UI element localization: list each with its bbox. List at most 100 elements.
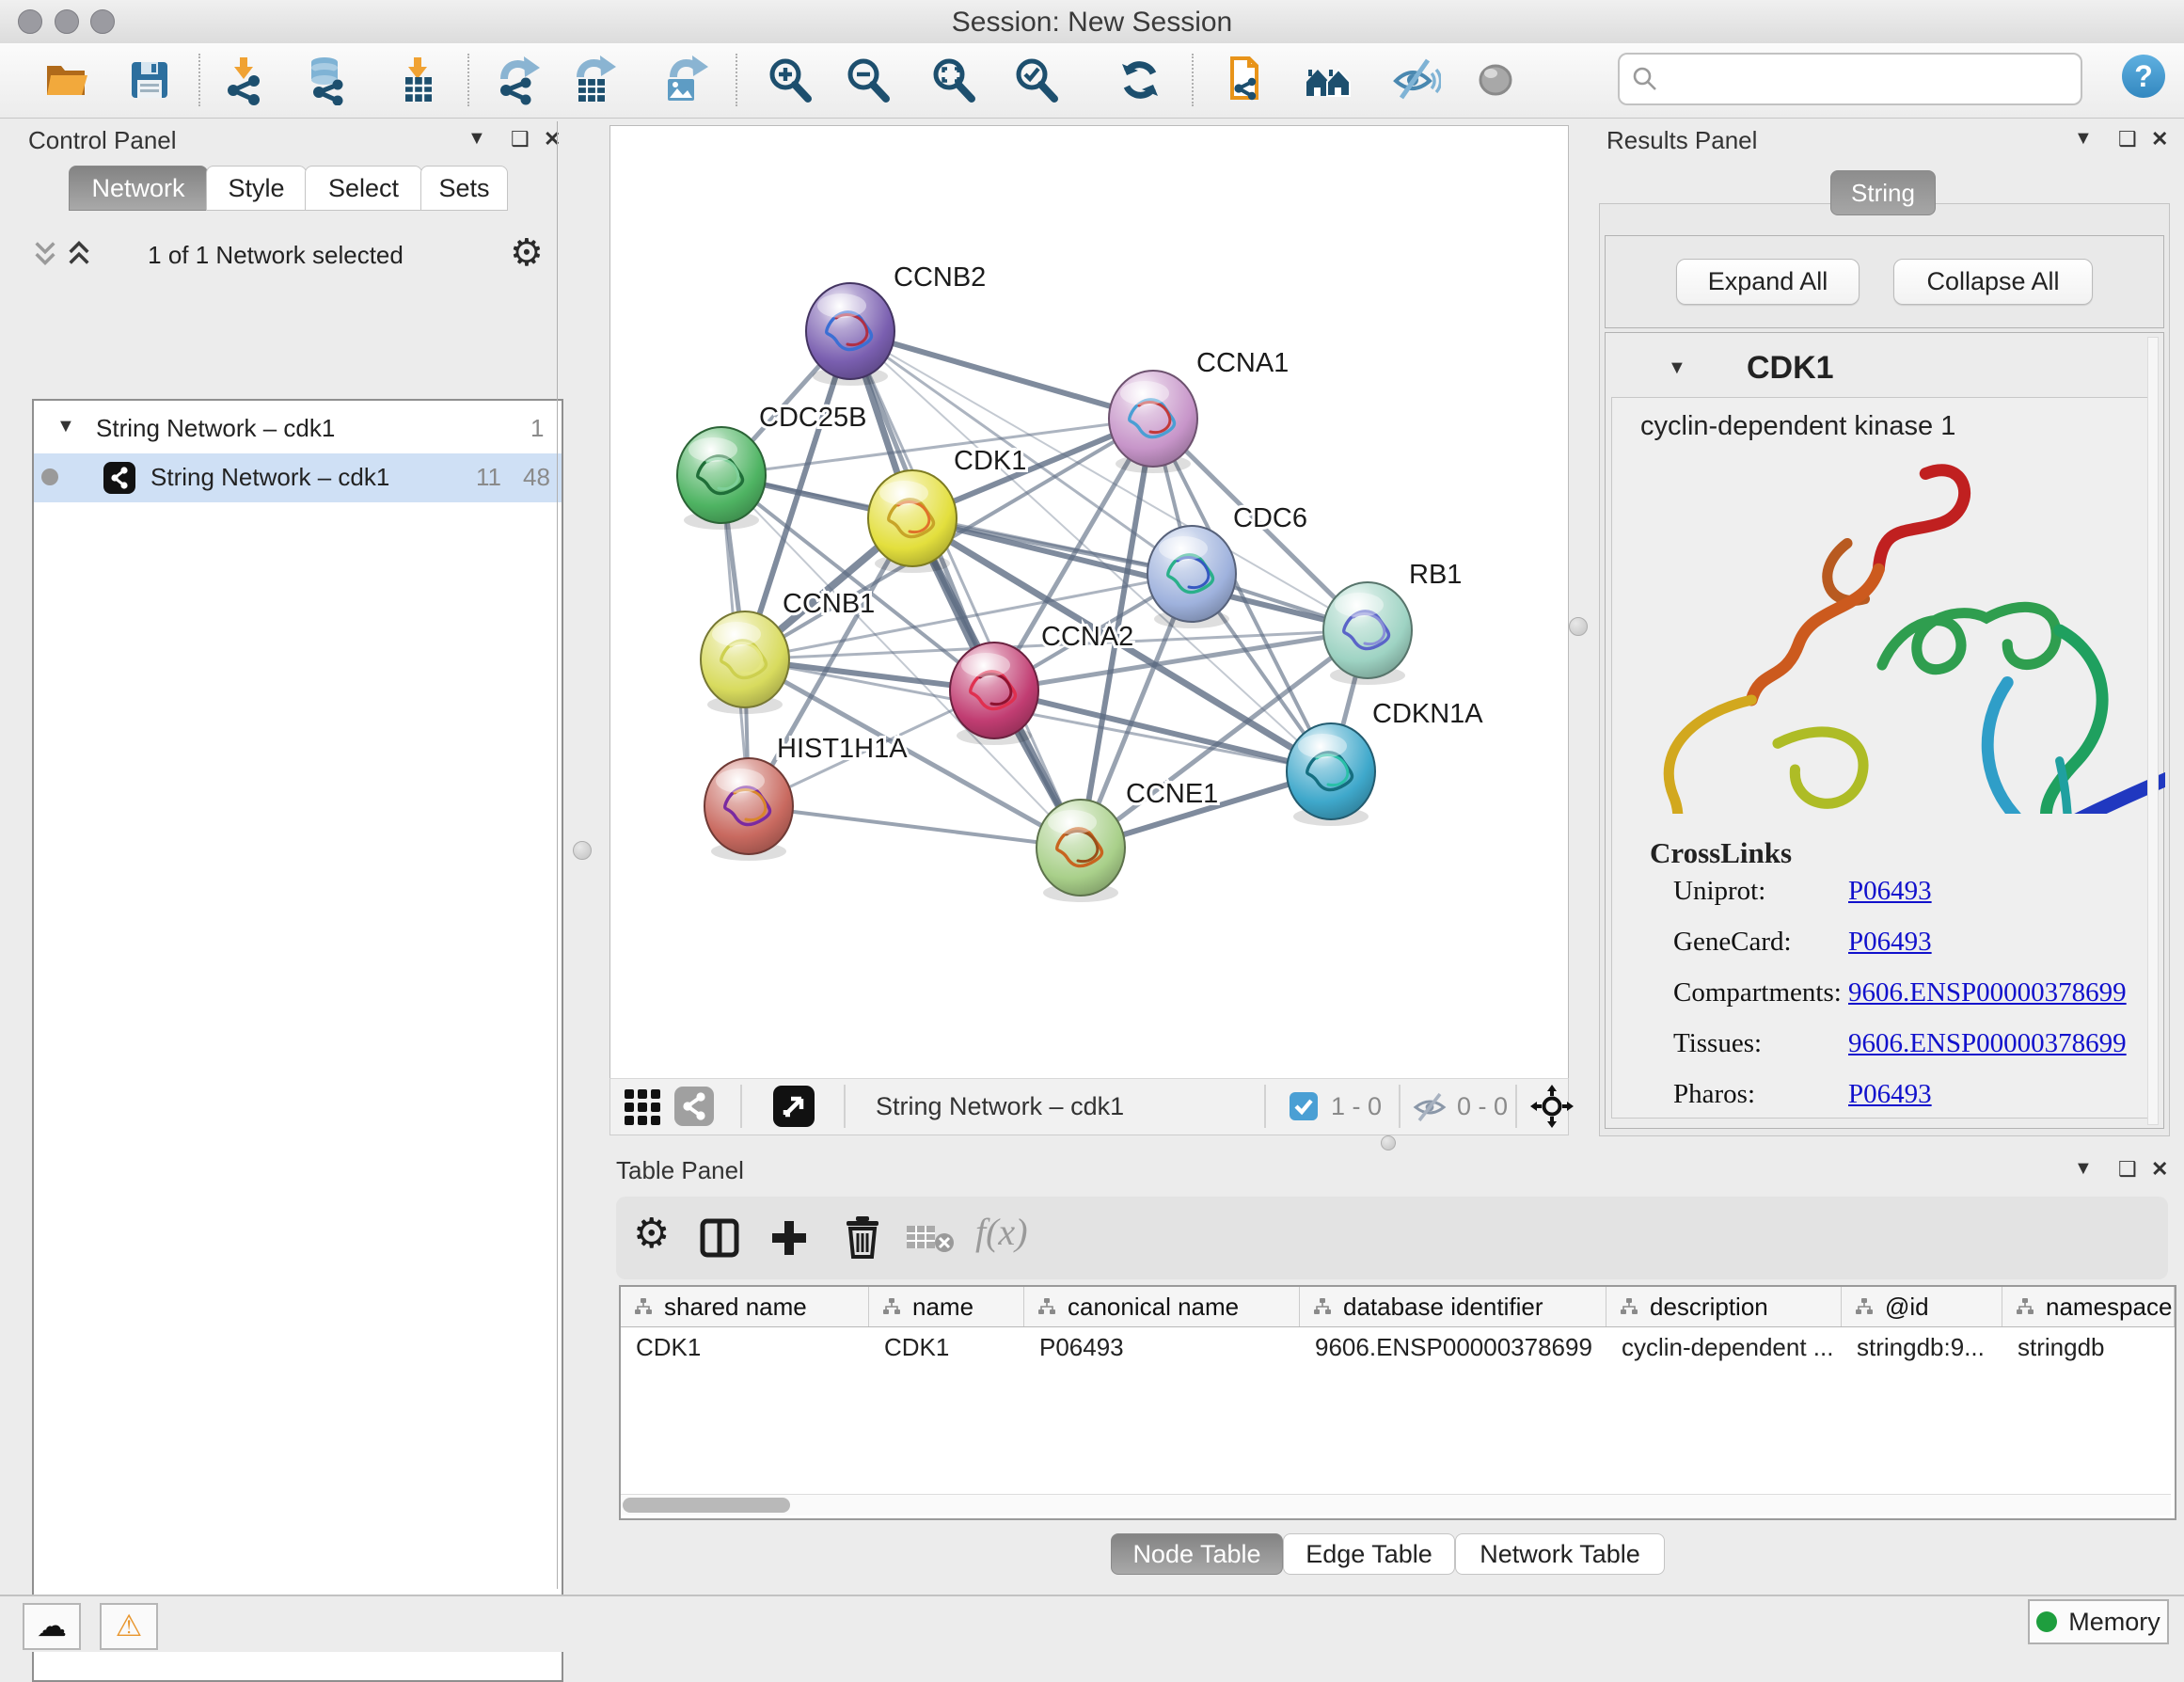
graph-node-CCNE1[interactable]: CCNE1 xyxy=(1037,779,1218,902)
hide-selection-button[interactable] xyxy=(1390,55,1441,105)
table-cell[interactable]: CDK1 xyxy=(621,1326,869,1368)
import-network-button[interactable] xyxy=(218,55,269,105)
show-columns-icon[interactable] xyxy=(699,1217,740,1259)
memory-button[interactable]: Memory xyxy=(2028,1599,2169,1644)
scrollbar-thumb[interactable] xyxy=(623,1498,790,1513)
table-row[interactable]: CDK1CDK1P064939606.ENSP00000378699cyclin… xyxy=(621,1326,2175,1368)
column-header-name[interactable]: name xyxy=(869,1287,1024,1326)
gene-results-box: ▼ CDK1 cyclin-dependent kinase 1 CrossLi… xyxy=(1605,332,2164,1129)
column-header-canonical-name[interactable]: canonical name xyxy=(1024,1287,1300,1326)
crosslink-link[interactable]: 9606.ENSP00000378699 xyxy=(1848,1028,2127,1059)
network-canvas[interactable]: CCNB2CCNA1CDC25BCDK1CDC6RB1CCNB1CCNA2CDK… xyxy=(609,125,1569,1079)
refresh-button[interactable] xyxy=(1115,55,1165,105)
table-cell[interactable]: stringdb:9... xyxy=(1842,1326,2002,1368)
float-panel-icon[interactable]: ❑ xyxy=(2118,1157,2137,1182)
network-row-selected[interactable]: String Network – cdk1 11 48 xyxy=(34,453,562,502)
selected-node-edge-count: 1 - 0 xyxy=(1331,1092,1382,1121)
warnings-button[interactable]: ⚠ xyxy=(100,1603,158,1650)
column-header-database-identifier[interactable]: database identifier xyxy=(1300,1287,1606,1326)
export-network-button[interactable] xyxy=(493,55,544,105)
collection-label: String Network – cdk1 xyxy=(96,414,335,443)
column-header-shared-name[interactable]: shared name xyxy=(621,1287,869,1326)
collapse-all-button[interactable]: Collapse All xyxy=(1893,259,2093,305)
add-column-icon[interactable] xyxy=(768,1217,810,1259)
function-builder-icon-disabled: f(x) xyxy=(975,1210,1028,1254)
table-cell[interactable]: CDK1 xyxy=(869,1326,1024,1368)
table-cell[interactable]: stringdb xyxy=(2002,1326,2175,1368)
tab-string-results[interactable]: String xyxy=(1830,170,1936,215)
expand-all-button[interactable]: Expand All xyxy=(1676,259,1860,305)
tree-expand-icon[interactable]: ▼ xyxy=(56,416,75,437)
network-share-icon xyxy=(103,462,135,494)
collapse-panel-icon[interactable]: ▼ xyxy=(2074,128,2093,150)
close-panel-icon[interactable]: ✕ xyxy=(544,127,561,151)
float-panel-icon[interactable]: ❑ xyxy=(511,127,530,151)
open-session-button[interactable] xyxy=(40,55,91,105)
tab-node-table[interactable]: Node Table xyxy=(1111,1533,1283,1575)
selected-checkbox-icon[interactable] xyxy=(1290,1092,1318,1120)
graph-node-CCNB2[interactable]: CCNB2 xyxy=(806,262,986,386)
cloud-button[interactable]: ☁ xyxy=(23,1603,81,1650)
import-database-button[interactable] xyxy=(302,55,353,105)
table-settings-gear-icon[interactable]: ⚙ xyxy=(633,1210,670,1258)
birdseye-grid-icon[interactable] xyxy=(624,1088,661,1126)
graph-node-CDKN1A[interactable]: CDKN1A xyxy=(1287,699,1483,826)
collapse-panel-icon[interactable]: ▼ xyxy=(467,128,486,150)
graph-node-HIST1H1A[interactable]: HIST1H1A xyxy=(704,734,908,861)
network-collection-row[interactable]: ▼ String Network – cdk1 1 xyxy=(34,405,562,453)
zoom-in-button[interactable] xyxy=(765,55,815,105)
network-options-gear-icon[interactable]: ⚙ xyxy=(510,231,544,275)
string-document-button[interactable] xyxy=(1223,55,1274,105)
tab-network-table[interactable]: Network Table xyxy=(1455,1533,1665,1575)
tab-select[interactable]: Select xyxy=(305,166,422,211)
save-session-button[interactable] xyxy=(124,55,175,105)
help-button[interactable]: ? xyxy=(2122,55,2165,98)
import-table-button[interactable] xyxy=(392,55,443,105)
show-all-button[interactable] xyxy=(1470,55,1521,105)
column-header--id[interactable]: @id xyxy=(1842,1287,2002,1326)
table-cell[interactable]: P06493 xyxy=(1024,1326,1300,1368)
homes-button[interactable] xyxy=(1303,55,1353,105)
zoom-selected-button[interactable] xyxy=(1011,55,1062,105)
collapse-all-icon[interactable] xyxy=(32,240,58,266)
close-panel-icon[interactable]: ✕ xyxy=(2151,127,2168,151)
collapse-panel-icon[interactable]: ▼ xyxy=(2074,1158,2093,1180)
zoom-fit-button[interactable] xyxy=(928,55,979,105)
crosslink-link[interactable]: 9606.ENSP00000378699 xyxy=(1848,977,2127,1008)
graph-node-CCNB1[interactable]: CCNB1 xyxy=(701,589,875,714)
close-panel-icon[interactable]: ✕ xyxy=(2151,1157,2168,1182)
gene-collapse-icon[interactable]: ▼ xyxy=(1668,357,1686,379)
tab-edge-table[interactable]: Edge Table xyxy=(1283,1533,1455,1575)
right-splitter-handle[interactable] xyxy=(1569,617,1588,636)
crosslink-link[interactable]: P06493 xyxy=(1848,1079,1932,1110)
share-view-icon[interactable] xyxy=(674,1087,714,1126)
vertical-splitter-handle[interactable] xyxy=(573,841,592,860)
export-image-button[interactable] xyxy=(660,55,711,105)
horizontal-splitter-handle[interactable] xyxy=(1381,1135,1396,1150)
vertical-splitter[interactable] xyxy=(557,121,558,1589)
results-scrollbar[interactable] xyxy=(2147,337,2159,1125)
crosslink-link[interactable]: P06493 xyxy=(1848,927,1932,958)
table-horizontal-scrollbar[interactable] xyxy=(621,1494,2171,1515)
table-cell[interactable]: 9606.ENSP00000378699 xyxy=(1300,1326,1606,1368)
column-header-namespace[interactable]: namespace xyxy=(2002,1287,2175,1326)
tab-style[interactable]: Style xyxy=(206,166,307,211)
string-network-graph[interactable]: CCNB2CCNA1CDC25BCDK1CDC6RB1CCNB1CCNA2CDK… xyxy=(610,126,1568,1078)
protein-structure-image xyxy=(1638,456,2165,814)
graph-node-RB1[interactable]: RB1 xyxy=(1323,560,1462,685)
graph-node-CDC25B[interactable]: CDC25B xyxy=(677,403,866,530)
export-table-button[interactable] xyxy=(569,55,620,105)
table-cell[interactable]: cyclin-dependent ... xyxy=(1606,1326,1842,1368)
tab-network[interactable]: Network xyxy=(69,166,208,211)
open-in-window-icon[interactable] xyxy=(773,1086,815,1127)
tab-sets[interactable]: Sets xyxy=(420,166,508,211)
float-panel-icon[interactable]: ❑ xyxy=(2118,127,2137,151)
expand-all-icon[interactable] xyxy=(66,240,92,266)
crosslink-link[interactable]: P06493 xyxy=(1848,876,1932,907)
search-input[interactable] xyxy=(1618,53,2082,105)
graph-node-CCNA1[interactable]: CCNA1 xyxy=(1109,348,1289,473)
fit-content-crosshair-icon[interactable] xyxy=(1530,1085,1574,1128)
column-header-description[interactable]: description xyxy=(1606,1287,1842,1326)
delete-trash-icon[interactable] xyxy=(844,1215,881,1259)
zoom-out-button[interactable] xyxy=(843,55,894,105)
